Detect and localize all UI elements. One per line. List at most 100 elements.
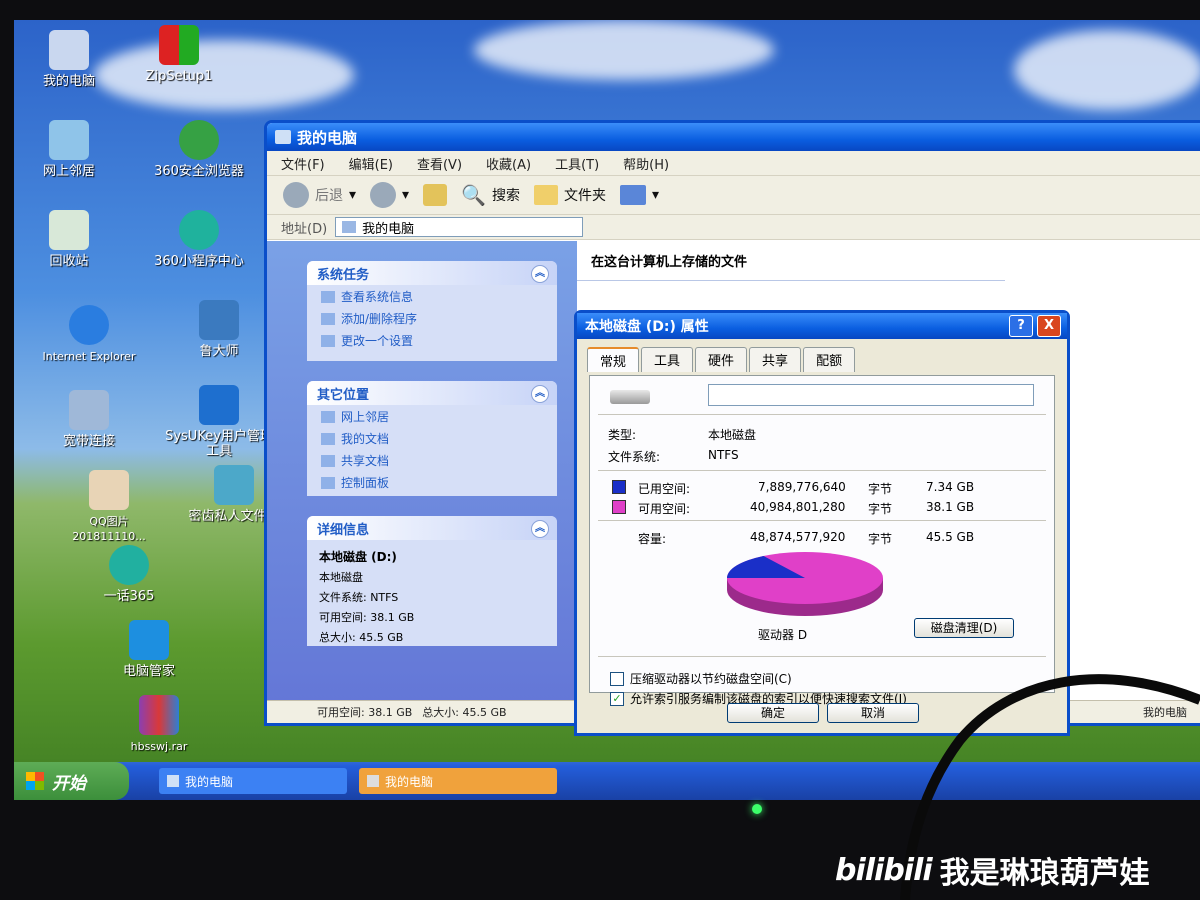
app-icon bbox=[109, 545, 149, 585]
task-change-setting[interactable]: 更改一个设置 bbox=[307, 329, 557, 351]
close-button[interactable]: X bbox=[1037, 315, 1061, 337]
free-space-label: 可用空间: bbox=[638, 502, 691, 516]
benchmark-icon bbox=[199, 300, 239, 340]
network-icon bbox=[321, 410, 335, 423]
divider bbox=[598, 470, 1046, 471]
collapse-icon[interactable]: ︽ bbox=[531, 265, 549, 283]
place-control-panel[interactable]: 控制面板 bbox=[307, 471, 557, 493]
menu-help[interactable]: 帮助(H) bbox=[623, 154, 669, 173]
divider bbox=[598, 414, 1046, 415]
start-button[interactable]: 开始 bbox=[14, 762, 129, 800]
disk-cleanup-button[interactable]: 磁盘清理(D) bbox=[914, 618, 1014, 638]
free-space-unit: 字节 bbox=[868, 502, 893, 516]
forward-button[interactable]: ▾ bbox=[370, 182, 409, 208]
capacity-bytes: 48,874,577,920 bbox=[750, 530, 846, 544]
other-places-header[interactable]: 其它位置 ︽ bbox=[307, 381, 557, 405]
place-network[interactable]: 网上邻居 bbox=[307, 405, 557, 427]
place-shared-documents[interactable]: 共享文档 bbox=[307, 449, 557, 471]
menu-tools[interactable]: 工具(T) bbox=[555, 154, 599, 173]
search-button[interactable]: 🔍 搜索 bbox=[461, 183, 520, 207]
explorer-titlebar[interactable]: 我的电脑 bbox=[267, 123, 1200, 151]
place-my-documents[interactable]: 我的文档 bbox=[307, 427, 557, 449]
views-icon bbox=[619, 185, 646, 205]
filesystem-label: 文件系统: bbox=[608, 450, 661, 464]
ie-icon bbox=[69, 305, 109, 345]
desktop-icon-rar[interactable]: hbsswj.rar bbox=[104, 695, 214, 754]
collapse-icon[interactable]: ︽ bbox=[531, 385, 549, 403]
desktop-icon-ludashi[interactable]: 鲁大师 bbox=[164, 300, 274, 359]
image-icon bbox=[89, 470, 129, 510]
ukey-icon bbox=[199, 385, 239, 425]
folder-icon bbox=[321, 454, 335, 467]
window-title: 我的电脑 bbox=[297, 128, 358, 147]
taskbar-item-properties[interactable]: 我的电脑 bbox=[359, 768, 557, 794]
menu-edit[interactable]: 编辑(E) bbox=[349, 154, 393, 173]
toolbar: 后退 ▾ ▾ 🔍 搜索 文件夹 ▾ bbox=[267, 176, 1200, 215]
tab-strip: 常规 工具 硬件 共享 配额 bbox=[577, 339, 1067, 372]
system-tasks-header[interactable]: 系统任务 ︽ bbox=[307, 261, 557, 285]
address-bar: 地址(D) 我的电脑 bbox=[267, 215, 1200, 240]
index-checkbox[interactable]: ✓ bbox=[610, 691, 624, 706]
desktop-icon-zipsetup[interactable]: ZipSetup1 bbox=[124, 25, 234, 84]
desktop-icon-network[interactable]: 网上邻居 bbox=[14, 120, 124, 179]
collapse-icon[interactable]: ︽ bbox=[531, 520, 549, 538]
ok-button[interactable]: 确定 bbox=[727, 703, 819, 723]
tab-quota[interactable]: 配额 bbox=[803, 347, 856, 372]
shield-icon bbox=[129, 620, 169, 660]
tab-general[interactable]: 常规 bbox=[587, 347, 640, 372]
back-arrow-icon bbox=[283, 182, 309, 208]
details-header[interactable]: 详细信息 ︽ bbox=[307, 516, 557, 540]
disk-usage-pie bbox=[727, 552, 883, 616]
address-label: 地址(D) bbox=[281, 221, 328, 237]
volume-label-input[interactable] bbox=[708, 384, 1034, 406]
properties-dialog: 本地磁盘 (D:) 属性 ? X 常规 工具 硬件 共享 配额 类型: 本地磁盘… bbox=[574, 310, 1070, 736]
bilibili-logo: bilibili bbox=[835, 852, 933, 888]
desktop-icon-recycle-bin[interactable]: 回收站 bbox=[14, 210, 124, 269]
folder-icon bbox=[321, 432, 335, 445]
type-label: 类型: bbox=[608, 428, 637, 442]
views-button[interactable]: ▾ bbox=[619, 185, 659, 205]
system-tasks-panel: 系统任务 ︽ 查看系统信息 添加/删除程序 更改一个设置 bbox=[307, 261, 557, 361]
taskbar-item-my-computer[interactable]: 我的电脑 bbox=[159, 768, 347, 794]
free-space-bytes: 40,984,801,280 bbox=[750, 500, 846, 514]
divider bbox=[598, 656, 1046, 657]
desktop-icon-broadband[interactable]: 宽带连接 bbox=[34, 390, 144, 449]
windows-logo-icon bbox=[26, 772, 44, 790]
up-button[interactable] bbox=[423, 184, 448, 206]
control-panel-icon bbox=[321, 476, 335, 489]
tab-sharing[interactable]: 共享 bbox=[749, 347, 802, 372]
desktop-icon-qq-image[interactable]: QQ图片201811110... bbox=[54, 470, 164, 544]
menu-view[interactable]: 查看(V) bbox=[417, 154, 462, 173]
details-filesystem: 文件系统: NTFS bbox=[319, 591, 399, 604]
type-value: 本地磁盘 bbox=[708, 428, 757, 442]
desktop-icon-my-computer[interactable]: 我的电脑 bbox=[14, 30, 124, 89]
address-field[interactable]: 我的电脑 bbox=[335, 217, 584, 237]
tab-hardware[interactable]: 硬件 bbox=[695, 347, 748, 372]
desktop-icon-pc-manager[interactable]: 电脑管家 bbox=[94, 620, 204, 679]
desktop-icon-yihua365[interactable]: 一话365 bbox=[74, 545, 184, 604]
back-button[interactable]: 后退 ▾ bbox=[283, 182, 356, 208]
desktop-icon-sysukey[interactable]: SysUKey用户管理工具 bbox=[164, 385, 274, 459]
task-add-remove-programs[interactable]: 添加/删除程序 bbox=[307, 307, 557, 329]
used-space-unit: 字节 bbox=[868, 482, 893, 496]
cancel-button[interactable]: 取消 bbox=[827, 703, 919, 723]
up-folder-icon bbox=[423, 184, 448, 206]
menu-file[interactable]: 文件(F) bbox=[281, 154, 325, 173]
task-view-system-info[interactable]: 查看系统信息 bbox=[307, 285, 557, 307]
compress-checkbox[interactable] bbox=[610, 671, 624, 686]
menu-favorites[interactable]: 收藏(A) bbox=[486, 154, 531, 173]
help-button[interactable]: ? bbox=[1009, 315, 1033, 337]
folders-button[interactable]: 文件夹 bbox=[533, 185, 606, 205]
details-free: 可用空间: 38.1 GB bbox=[319, 611, 415, 624]
cloud bbox=[474, 20, 774, 80]
desktop-icon-360-browser[interactable]: 360安全浏览器 bbox=[144, 120, 254, 179]
section-title: 在这台计算机上存储的文件 bbox=[577, 241, 1005, 281]
task-pane: 系统任务 ︽ 查看系统信息 添加/删除程序 更改一个设置 其它位置 ︽ 网上邻居 我… bbox=[267, 241, 577, 723]
desktop-icon-360-app-center[interactable]: 360小程序中心 bbox=[144, 210, 254, 269]
dialog-titlebar[interactable]: 本地磁盘 (D:) 属性 ? X bbox=[577, 313, 1067, 339]
other-places-panel: 其它位置 ︽ 网上邻居 我的文档 共享文档 控制面板 bbox=[307, 381, 557, 496]
desktop-icon-ie[interactable]: Internet Explorer bbox=[34, 305, 144, 364]
tab-tools[interactable]: 工具 bbox=[641, 347, 694, 372]
compress-checkbox-row[interactable]: 压缩驱动器以节约磁盘空间(C) bbox=[610, 670, 792, 687]
forward-arrow-icon bbox=[370, 182, 397, 208]
